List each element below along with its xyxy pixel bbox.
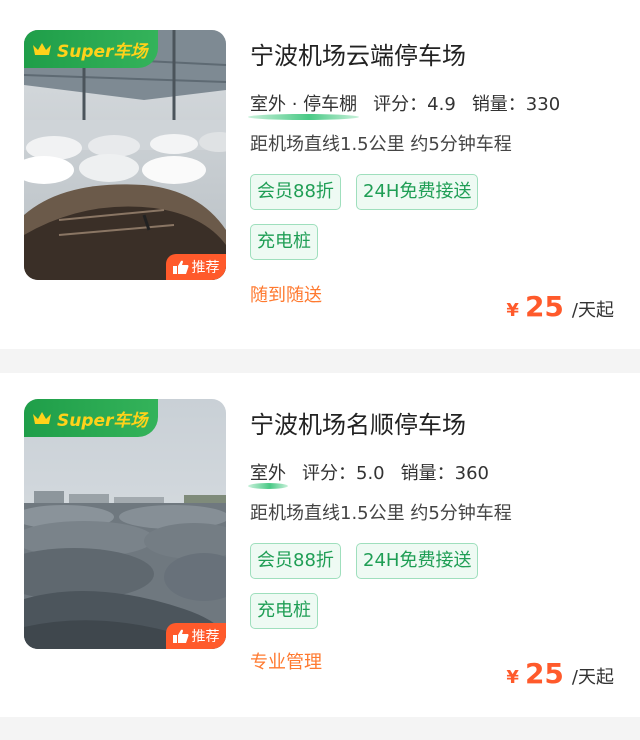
recommend-badge: 推荐 bbox=[166, 254, 226, 280]
sales-text: 销量：360 bbox=[400, 463, 489, 484]
price: ¥ 25 /天起 bbox=[506, 657, 614, 690]
tag-member-discount: 会员88折 bbox=[250, 543, 341, 579]
crown-icon bbox=[33, 412, 51, 424]
parking-listing-card[interactable]: Super车场 推荐 宁波机场名顺停车场 室外 评分：5.0 销量：360 距机… bbox=[0, 373, 640, 717]
parking-photo[interactable]: Super车场 推荐 bbox=[24, 30, 226, 280]
tag-free-shuttle: 24H免费接送 bbox=[356, 543, 479, 579]
sales-text: 销量：330 bbox=[471, 94, 561, 115]
parking-type-label: 室外 bbox=[250, 463, 286, 484]
tag-free-shuttle: 24H免费接送 bbox=[356, 174, 479, 210]
service-note: 专业管理 bbox=[250, 652, 322, 673]
super-badge-label: Super车场 bbox=[57, 41, 148, 62]
currency-symbol: ¥ bbox=[506, 300, 519, 321]
parking-meta-row: 室外 · 停车棚 评分：4.9 销量：330 bbox=[248, 90, 561, 120]
distance-text: 距机场直线1.5公里 约5分钟车程 bbox=[250, 134, 512, 155]
super-badge-label: Super车场 bbox=[57, 410, 148, 431]
recommend-label: 推荐 bbox=[191, 260, 220, 276]
tag-charging-pile: 充电桩 bbox=[250, 593, 318, 629]
thumbs-up-icon bbox=[172, 629, 188, 643]
recommend-badge: 推荐 bbox=[166, 623, 226, 649]
parking-type: 室外 · 停车棚 bbox=[248, 90, 360, 120]
parking-lot-title[interactable]: 宁波机场云端停车场 bbox=[250, 36, 466, 71]
price: ¥ 25 /天起 bbox=[506, 290, 614, 323]
distance-text: 距机场直线1.5公里 约5分钟车程 bbox=[250, 503, 512, 524]
service-note: 随到随送 bbox=[250, 285, 322, 306]
parking-listing-card[interactable]: Super车场 推荐 宁波机场云端停车场 室外 · 停车棚 评分：4.9 销量：… bbox=[0, 0, 640, 349]
rating-text: 评分：4.9 bbox=[373, 94, 456, 115]
tag-charging-pile: 充电桩 bbox=[250, 224, 318, 260]
thumbs-up-icon bbox=[172, 260, 188, 274]
currency-symbol: ¥ bbox=[506, 667, 519, 688]
crown-icon bbox=[33, 43, 51, 55]
parking-lot-title[interactable]: 宁波机场名顺停车场 bbox=[250, 405, 466, 440]
price-unit: /天起 bbox=[571, 300, 614, 321]
price-amount: 25 bbox=[524, 290, 564, 323]
parking-type: 室外 bbox=[248, 459, 288, 489]
parking-photo[interactable]: Super车场 推荐 bbox=[24, 399, 226, 649]
super-parking-badge: Super车场 bbox=[24, 30, 158, 68]
price-amount: 25 bbox=[524, 657, 564, 690]
parking-type-label: 室外 · 停车棚 bbox=[250, 94, 358, 115]
parking-meta-row: 室外 评分：5.0 销量：360 bbox=[248, 459, 489, 489]
price-unit: /天起 bbox=[571, 667, 614, 688]
recommend-label: 推荐 bbox=[191, 629, 220, 645]
super-parking-badge: Super车场 bbox=[24, 399, 158, 437]
tag-member-discount: 会员88折 bbox=[250, 174, 341, 210]
rating-text: 评分：5.0 bbox=[302, 463, 385, 484]
